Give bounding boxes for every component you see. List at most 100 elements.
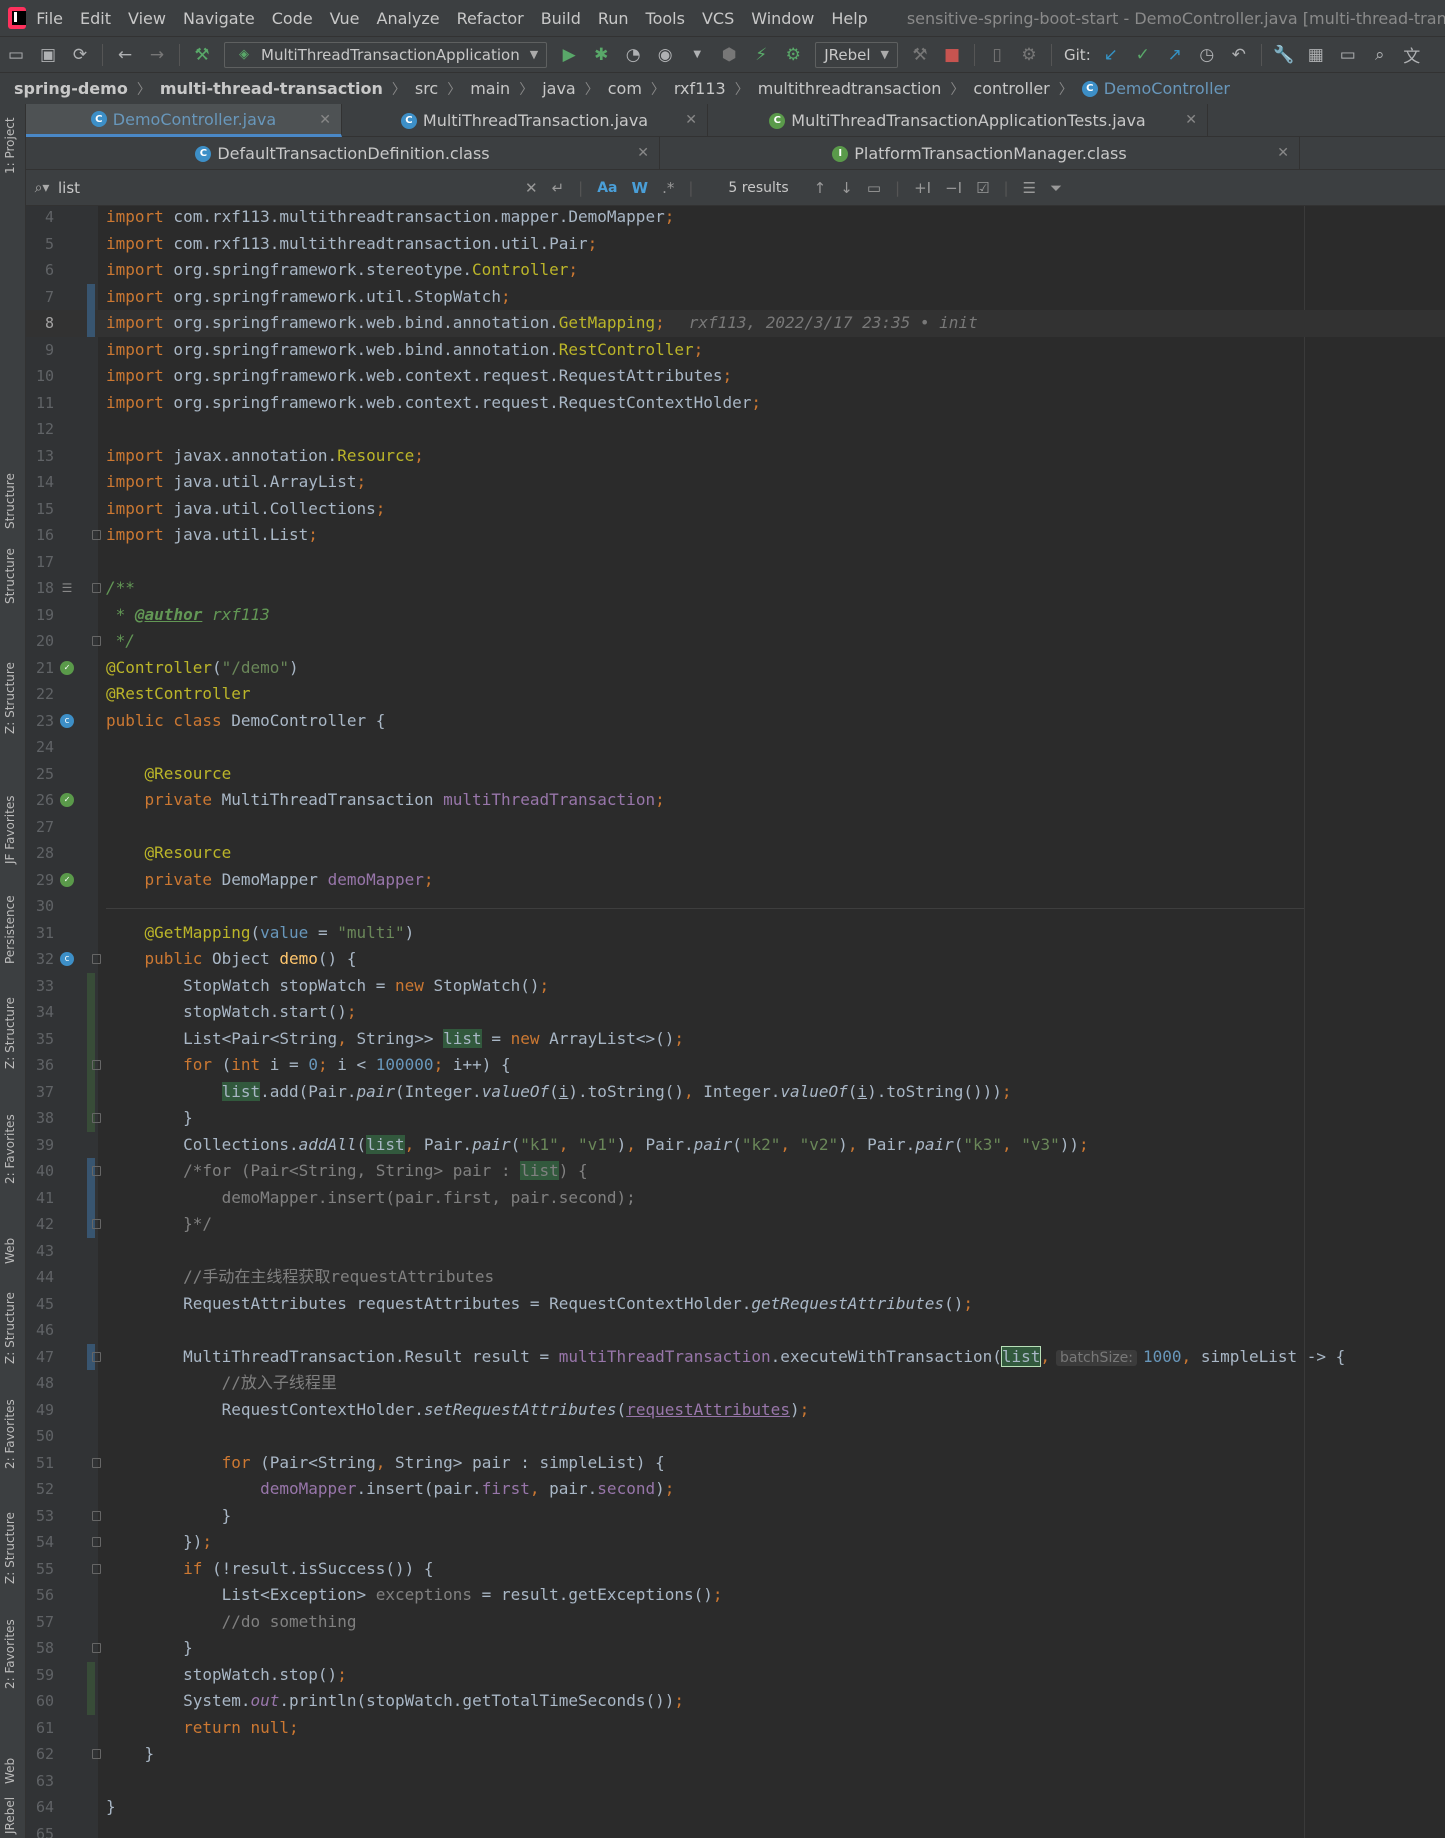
history-icon[interactable]: ◷ bbox=[1196, 44, 1218, 66]
breadcrumb-item[interactable]: multithreadtransaction bbox=[758, 79, 942, 98]
code-text[interactable]: StopWatch stopWatch = new StopWatch(); bbox=[106, 973, 549, 1000]
code-line[interactable]: 25 @Resource bbox=[26, 761, 1445, 788]
code-line[interactable]: 48 //放入子线程里 bbox=[26, 1370, 1445, 1397]
code-editor[interactable]: 4 import com.rxf113.multithreadtransactio… bbox=[26, 206, 1445, 1838]
side-panel-2[interactable]: Structure bbox=[3, 548, 17, 604]
breadcrumb-item[interactable]: src bbox=[415, 79, 438, 98]
code-line[interactable]: 14 import java.util.ArrayList; bbox=[26, 469, 1445, 496]
menu-item-analyze[interactable]: Analyze bbox=[377, 9, 440, 28]
code-line[interactable]: 51 for (Pair<String, String> pair : simp… bbox=[26, 1450, 1445, 1477]
code-text[interactable]: demoMapper.insert(pair.first, pair.secon… bbox=[106, 1185, 636, 1212]
code-text[interactable]: List<Exception> exceptions = result.getE… bbox=[106, 1582, 723, 1609]
code-line[interactable]: 63 bbox=[26, 1768, 1445, 1795]
search-icon[interactable]: ⌕▾ bbox=[26, 180, 58, 196]
code-line[interactable]: 17 bbox=[26, 549, 1445, 576]
side-panel-13[interactable]: Web bbox=[3, 1758, 17, 1784]
code-text[interactable]: } bbox=[106, 1741, 155, 1768]
jrebel-select[interactable]: JRebel ▼ bbox=[815, 41, 899, 68]
regex-toggle-icon[interactable]: .* bbox=[662, 179, 674, 197]
new-line-icon[interactable]: ↵ bbox=[552, 179, 565, 197]
side-panel-10[interactable]: 2: Favorites bbox=[3, 1399, 17, 1469]
code-line[interactable]: 5 import com.rxf113.multithreadtransactio… bbox=[26, 231, 1445, 258]
code-line[interactable]: 33 StopWatch stopWatch = new StopWatch()… bbox=[26, 972, 1445, 1000]
device-icon[interactable]: ▯ bbox=[986, 44, 1008, 66]
fold-marker-icon[interactable] bbox=[92, 530, 101, 540]
menu-item-vue[interactable]: Vue bbox=[330, 9, 360, 28]
code-text[interactable]: /*for (Pair<String, String> pair : list)… bbox=[106, 1158, 588, 1185]
search-icon[interactable]: ⌕ bbox=[1369, 44, 1391, 66]
code-text[interactable]: @Controller("/demo") bbox=[106, 655, 299, 682]
vcs-added-marker[interactable] bbox=[87, 972, 95, 999]
sync-icon[interactable]: ⟳ bbox=[69, 44, 91, 66]
code-line[interactable]: 8 import org.springframework.web.bind.ann… bbox=[26, 310, 1445, 337]
code-text[interactable]: if (!result.isSuccess()) { bbox=[106, 1556, 433, 1583]
run-config-select[interactable]: ◈ MultiThreadTransactionApplication ▼ bbox=[224, 41, 548, 68]
code-text[interactable]: } bbox=[106, 1503, 232, 1530]
code-text[interactable]: import org.springframework.web.bind.anno… bbox=[106, 337, 703, 364]
git-update-icon[interactable]: ↙ bbox=[1100, 44, 1122, 66]
code-text[interactable]: import org.springframework.web.bind.anno… bbox=[106, 310, 978, 337]
hammer-icon[interactable]: ⚒ bbox=[909, 44, 931, 66]
close-icon[interactable]: ✕ bbox=[637, 145, 649, 161]
code-text[interactable]: list.add(Pair.pair(Integer.valueOf(i).to… bbox=[106, 1079, 1012, 1106]
tab-multithreadtransactionapplicationtests-java[interactable]: C MultiThreadTransactionApplicationTests.… bbox=[708, 104, 1208, 137]
code-text[interactable]: stopWatch.stop(); bbox=[106, 1662, 347, 1689]
code-text[interactable]: //do something bbox=[106, 1609, 357, 1636]
code-line[interactable]: 47 MultiThreadTransaction.Result result … bbox=[26, 1343, 1445, 1370]
menu-item-build[interactable]: Build bbox=[541, 9, 581, 28]
code-line[interactable]: 53 } bbox=[26, 1503, 1445, 1530]
code-line[interactable]: 15 import java.util.Collections; bbox=[26, 496, 1445, 523]
breadcrumb-item[interactable]: controller bbox=[973, 79, 1049, 98]
code-line[interactable]: 31 @GetMapping(value = "multi") bbox=[26, 920, 1445, 947]
code-line[interactable]: 27 bbox=[26, 814, 1445, 841]
code-text[interactable]: @GetMapping(value = "multi") bbox=[106, 920, 415, 947]
code-text[interactable]: List<Pair<String, String>> list = new Ar… bbox=[106, 1026, 684, 1053]
code-text[interactable]: for (Pair<String, String> pair : simpleL… bbox=[106, 1450, 665, 1477]
spring-bean-icon[interactable]: ✓ bbox=[60, 872, 74, 887]
code-text[interactable]: @RestController bbox=[106, 681, 251, 708]
vcs-added-marker[interactable] bbox=[87, 1661, 95, 1688]
code-line[interactable]: 28 @Resource bbox=[26, 840, 1445, 867]
breadcrumb-item[interactable]: rxf113 bbox=[674, 79, 726, 98]
code-line[interactable]: 34 stopWatch.start(); bbox=[26, 999, 1445, 1026]
side-panel-5[interactable]: Persistence bbox=[3, 895, 17, 964]
code-text[interactable]: //放入子线程里 bbox=[106, 1370, 337, 1397]
code-line[interactable]: 24 bbox=[26, 734, 1445, 761]
run-icon[interactable]: ▶ bbox=[558, 44, 580, 66]
menu-item-window[interactable]: Window bbox=[751, 9, 814, 28]
code-line[interactable]: 39 Collections.addAll(list, Pair.pair("k… bbox=[26, 1132, 1445, 1159]
code-line[interactable]: 11 import org.springframework.web.context… bbox=[26, 390, 1445, 417]
arrow-down-icon[interactable]: ↓ bbox=[840, 179, 853, 197]
vcs-added-marker[interactable] bbox=[87, 1078, 95, 1105]
code-text[interactable]: }*/ bbox=[106, 1211, 212, 1238]
side-panel-14[interactable]: JRebel bbox=[3, 1797, 17, 1834]
code-text[interactable]: import org.springframework.web.context.r… bbox=[106, 390, 761, 417]
code-text[interactable]: demoMapper.insert(pair.first, pair.secon… bbox=[106, 1476, 674, 1503]
breadcrumb-item[interactable]: DemoController bbox=[1104, 79, 1230, 98]
code-text[interactable]: /** bbox=[106, 575, 135, 602]
code-text[interactable]: private DemoMapper demoMapper; bbox=[106, 867, 434, 894]
code-text[interactable]: import java.util.List; bbox=[106, 522, 318, 549]
vcs-added-marker[interactable] bbox=[87, 1025, 95, 1052]
match-case-toggle[interactable]: Aa bbox=[597, 180, 617, 196]
code-text[interactable]: import org.springframework.web.context.r… bbox=[106, 363, 732, 390]
breadcrumb-item[interactable]: spring-demo bbox=[14, 79, 128, 98]
menu-item-tools[interactable]: Tools bbox=[646, 9, 685, 28]
code-line[interactable]: 58 } bbox=[26, 1635, 1445, 1662]
tab-platformtransactionmanager-class[interactable]: I PlatformTransactionManager.class ✕ bbox=[660, 137, 1300, 170]
code-line[interactable]: 18 ☰ /** bbox=[26, 575, 1445, 602]
code-line[interactable]: 57 //do something bbox=[26, 1609, 1445, 1636]
code-line[interactable]: 29 ✓ private DemoMapper demoMapper; bbox=[26, 867, 1445, 894]
tab-multithreadtransaction-java[interactable]: C MultiThreadTransaction.java ✕ bbox=[342, 104, 708, 137]
code-text[interactable]: public Object demo() { bbox=[106, 946, 357, 973]
search-input[interactable] bbox=[58, 178, 518, 197]
code-text[interactable]: } bbox=[106, 1635, 193, 1662]
code-line[interactable]: 32 c public Object demo() { bbox=[26, 946, 1445, 973]
code-text[interactable]: private MultiThreadTransaction multiThre… bbox=[106, 787, 665, 814]
back-arrow-icon[interactable]: ← bbox=[114, 44, 136, 66]
code-text[interactable]: * @author rxf113 bbox=[106, 602, 270, 629]
code-line[interactable]: 36 for (int i = 0; i < 100000; i++) { bbox=[26, 1052, 1445, 1079]
fold-marker-icon[interactable] bbox=[92, 583, 101, 593]
code-line[interactable]: 19 * @author rxf113 bbox=[26, 602, 1445, 629]
code-text[interactable]: return null; bbox=[106, 1715, 299, 1742]
